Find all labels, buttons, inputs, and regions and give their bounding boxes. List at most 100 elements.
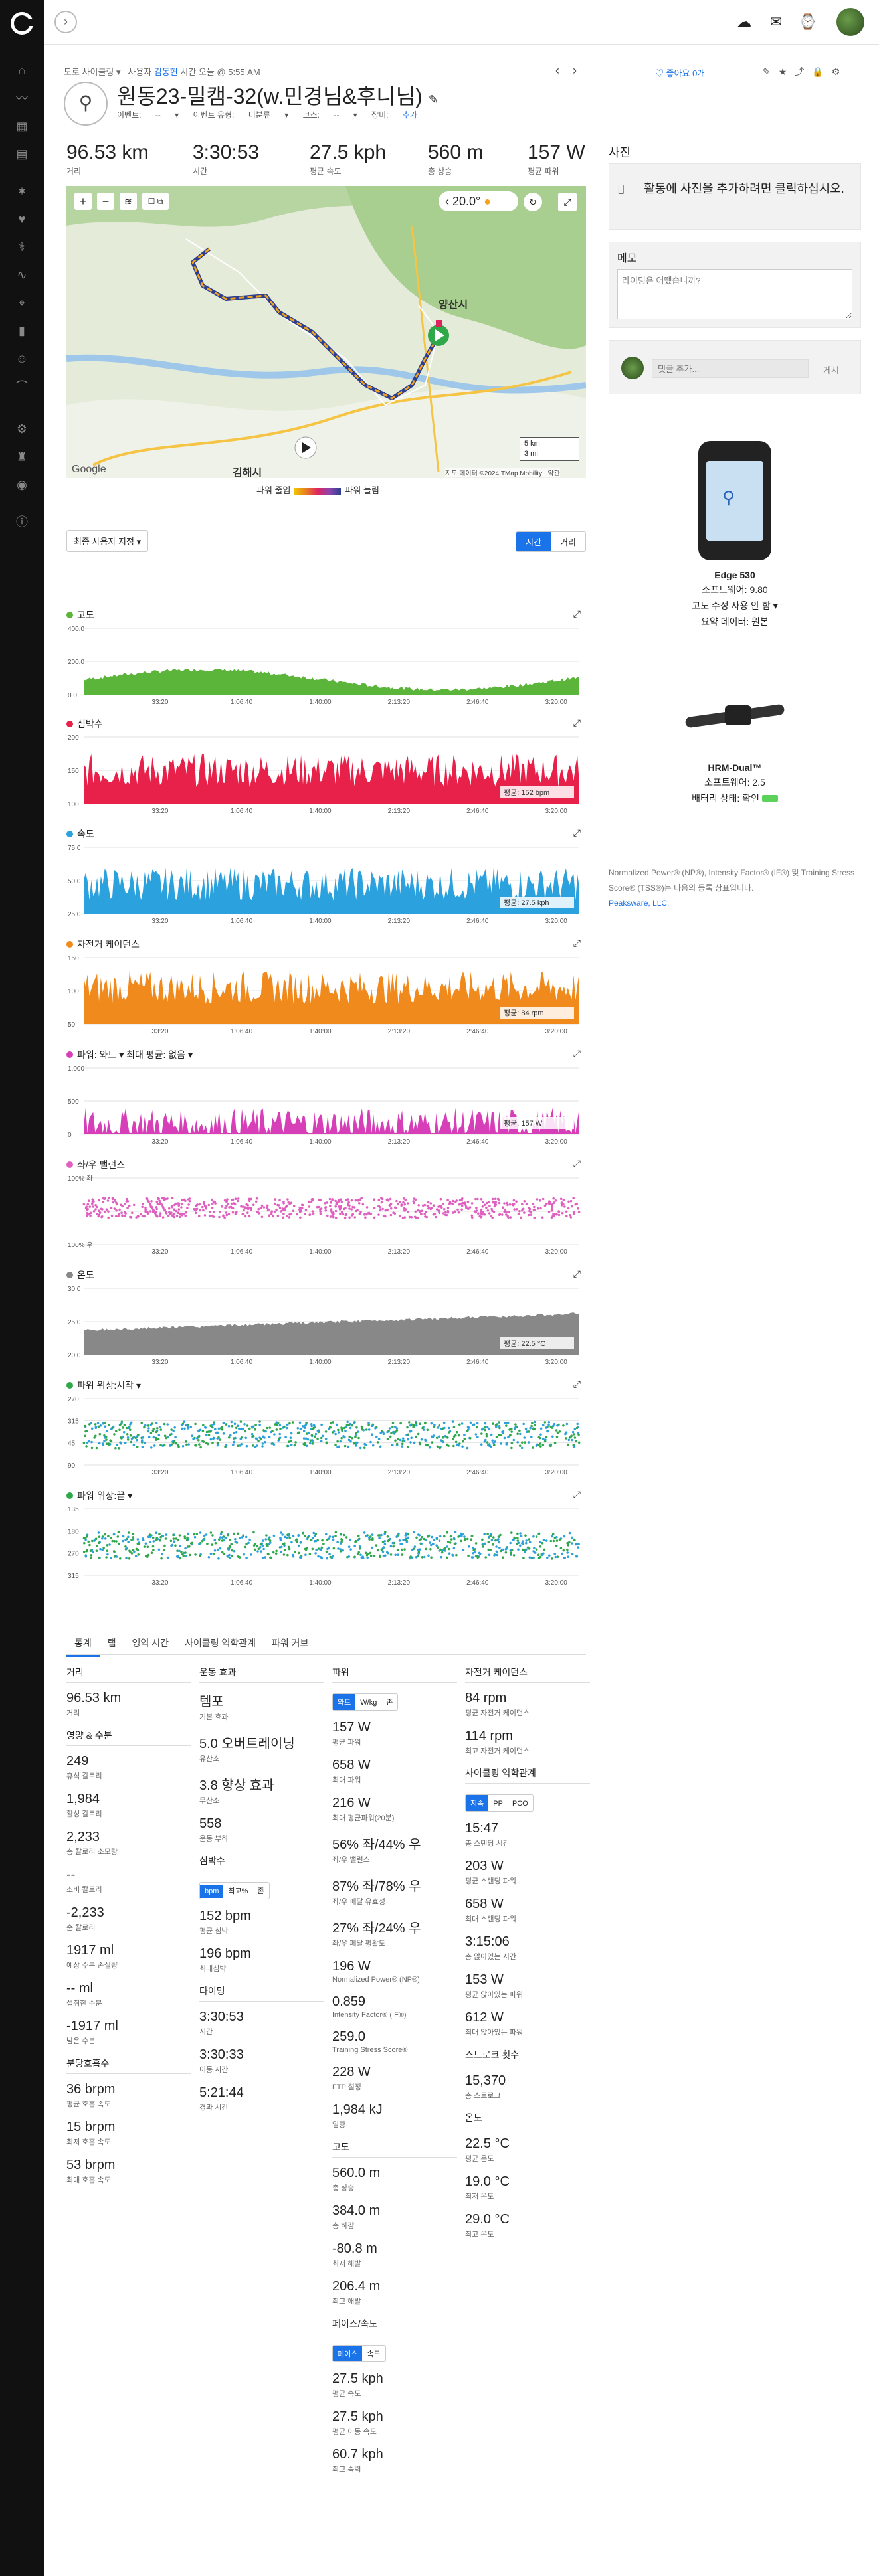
distance-toggle[interactable]: 거리 [551, 532, 585, 551]
series-point [392, 1211, 395, 1214]
replay-icon[interactable]: ↻ [524, 193, 542, 211]
group-icon[interactable]: ☺ [14, 351, 30, 367]
tab-laps[interactable]: 랩 [100, 1631, 124, 1655]
collapse-icon[interactable]: › [54, 11, 77, 33]
activity-icon[interactable]: 〰 [14, 90, 30, 106]
tab-power-curve[interactable]: 파워 커브 [264, 1631, 316, 1655]
unit-toggle[interactable]: 지속 PP PCO [465, 1794, 534, 1812]
settings-icon[interactable]: ⚙ [14, 421, 30, 437]
fullscreen-icon[interactable]: ⤢ [558, 193, 577, 211]
elevation-correction[interactable]: 고도 수정 사용 안 함 ▾ [609, 599, 861, 612]
page-title[interactable]: 원동23-밀캠-32(w.민경님&후니님) ✎ [117, 80, 439, 110]
watch-icon[interactable]: ⌚ [798, 12, 818, 32]
toggle-option[interactable]: bpm [200, 1885, 224, 1898]
chart-plot[interactable]: 20015010033:20 1:06:40 1:40:00 2:13:20 2:46:… [66, 732, 586, 818]
device-name[interactable]: Edge 530 [609, 570, 861, 580]
toggle-option[interactable]: 속도 [362, 2346, 385, 2361]
unit-toggle[interactable]: bpm 최고% 존 [199, 1882, 270, 1899]
unit-toggle[interactable]: 페이스 속도 [332, 2345, 386, 2362]
avatar[interactable] [836, 8, 864, 36]
like-button[interactable]: ♡ 좋아요 0개 [655, 66, 705, 79]
post-button[interactable]: 게시 [823, 363, 839, 376]
expand-icon[interactable]: ⤢ [573, 1158, 581, 1169]
toggle-option[interactable]: 지속 [466, 1795, 489, 1811]
axis-toggle[interactable]: 시간 거리 [516, 531, 586, 552]
toggle-option[interactable]: PP [488, 1797, 508, 1810]
chart-plot[interactable]: 75.050.025.033:20 1:06:40 1:40:00 2:13:20 2:… [66, 842, 586, 928]
expand-icon[interactable]: ⤢ [573, 1379, 581, 1390]
shoes-icon[interactable]: ⌒ [14, 379, 30, 394]
layers-icon[interactable]: ≋ [120, 193, 137, 210]
tab-zones[interactable]: 영역 시간 [124, 1631, 177, 1655]
memo-input[interactable] [617, 269, 852, 319]
series-point [140, 1213, 142, 1216]
series-point [528, 1213, 530, 1217]
health-icon[interactable]: ⚕ [14, 239, 30, 255]
device-name[interactable]: HRM-Dual™ [609, 762, 861, 773]
run-icon[interactable]: ✶ [14, 183, 30, 199]
expand-icon[interactable]: ⤢ [573, 1268, 581, 1280]
course-field[interactable]: 코스: -- ▾ [303, 110, 357, 120]
chart-plot[interactable]: 1,000500033:20 1:06:40 1:40:00 2:13:20 2:46:… [66, 1063, 586, 1149]
calendar-icon[interactable]: ▦ [14, 118, 30, 134]
event-type-field[interactable]: 이벤트 유형: 미분류 ▾ [193, 110, 289, 120]
series-point [391, 1541, 395, 1545]
series-point [354, 1434, 357, 1436]
garmin-logo[interactable] [11, 12, 34, 35]
custom-dropdown[interactable]: 최종 사용자 지정 ▾ [66, 530, 149, 552]
user-link[interactable]: 김동현 [154, 67, 178, 77]
chart-plot[interactable]: 100% 좌100% 우33:20 1:06:40 1:40:00 2:13:20 2:… [66, 1173, 586, 1259]
tab-stats[interactable]: 통계 [66, 1631, 100, 1657]
series-point [113, 1207, 116, 1210]
toggle-option[interactable]: 존 [252, 1883, 268, 1899]
weather-widget[interactable]: ‹ 20.0° ● [439, 191, 518, 211]
tab-dynamics[interactable]: 사이클링 역학관계 [177, 1631, 264, 1655]
expand-icon[interactable]: ⤢ [573, 1048, 581, 1059]
time-toggle[interactable]: 시간 [516, 532, 551, 551]
comment-input[interactable] [652, 359, 809, 378]
badge-icon[interactable]: ◉ [14, 477, 30, 493]
location-icon[interactable]: ⌖ [14, 295, 30, 311]
chart-plot[interactable]: 1501005033:20 1:06:40 1:40:00 2:13:20 2:46:4… [66, 952, 586, 1039]
series-area [84, 668, 579, 695]
route-map[interactable]: + − ≋ ☐ ⧉ ‹ 20.0° ● ↻ ⤢ 양산시 김해시 Google 5… [66, 186, 586, 478]
unit-toggle[interactable]: 와트 W/kg 존 [332, 1693, 399, 1711]
reports-icon[interactable]: ▮ [14, 323, 30, 339]
chart-plot[interactable]: 400.0200.00.033:20 1:06:40 1:40:00 2:13:20 2… [66, 623, 586, 709]
info-icon[interactable]: ⓘ [14, 514, 30, 530]
zoom-out-button[interactable]: − [97, 193, 114, 210]
chart-plot[interactable]: 270315459033:20 1:06:40 1:40:00 2:13:20 2:46… [66, 1393, 586, 1480]
trophy-icon[interactable]: ♜ [14, 449, 30, 465]
chart-plot[interactable]: 13518027031533:20 1:06:40 1:40:00 2:13:20 2:… [66, 1503, 586, 1590]
add-photo-card[interactable]: ⌷ 활동에 사진을 추가하려면 클릭하십시오. [609, 163, 861, 230]
inbox-icon[interactable]: ✉ [766, 12, 786, 32]
series-point [116, 1535, 120, 1538]
event-field[interactable]: 이벤트: -- ▾ [117, 110, 179, 120]
expand-icon[interactable]: ⤢ [573, 608, 581, 620]
toggle-option[interactable]: PCO [508, 1797, 533, 1810]
chart-plot[interactable]: 30.025.020.033:20 1:06:40 1:40:00 2:13:20 2:… [66, 1283, 586, 1369]
toggle-option[interactable]: 최고% [223, 1883, 252, 1899]
home-icon[interactable]: ⌂ [14, 62, 30, 78]
expand-icon[interactable]: ⤢ [573, 827, 581, 839]
gear-field[interactable]: 장비: 추가 [371, 110, 429, 120]
upload-icon[interactable]: ☁ [734, 12, 754, 32]
news-icon[interactable]: ▤ [14, 146, 30, 162]
expand-icon[interactable]: ⤢ [573, 1489, 581, 1500]
heart-icon[interactable]: ♥ [14, 211, 30, 227]
expand-icon[interactable]: ⤢ [573, 717, 581, 729]
peaksware-link[interactable]: Peaksware, LLC. [609, 899, 669, 908]
toggle-option[interactable]: 와트 [333, 1694, 356, 1710]
activity-type[interactable]: 도로 사이클링 [64, 67, 114, 77]
map-type-icon[interactable]: ☐ ⧉ [142, 193, 169, 210]
expand-icon[interactable]: ⤢ [573, 938, 581, 949]
zoom-in-button[interactable]: + [74, 193, 92, 210]
stats-icon[interactable]: ∿ [14, 267, 30, 283]
toggle-option[interactable]: 존 [381, 1694, 397, 1710]
action-icons[interactable]: ✎★⤴🔒⚙ [763, 65, 848, 78]
series-point [381, 1541, 385, 1543]
prev-next[interactable]: ‹ › [555, 64, 577, 78]
toggle-option[interactable]: W/kg [355, 1696, 381, 1709]
series-point [299, 1428, 302, 1430]
toggle-option[interactable]: 페이스 [333, 2346, 363, 2361]
